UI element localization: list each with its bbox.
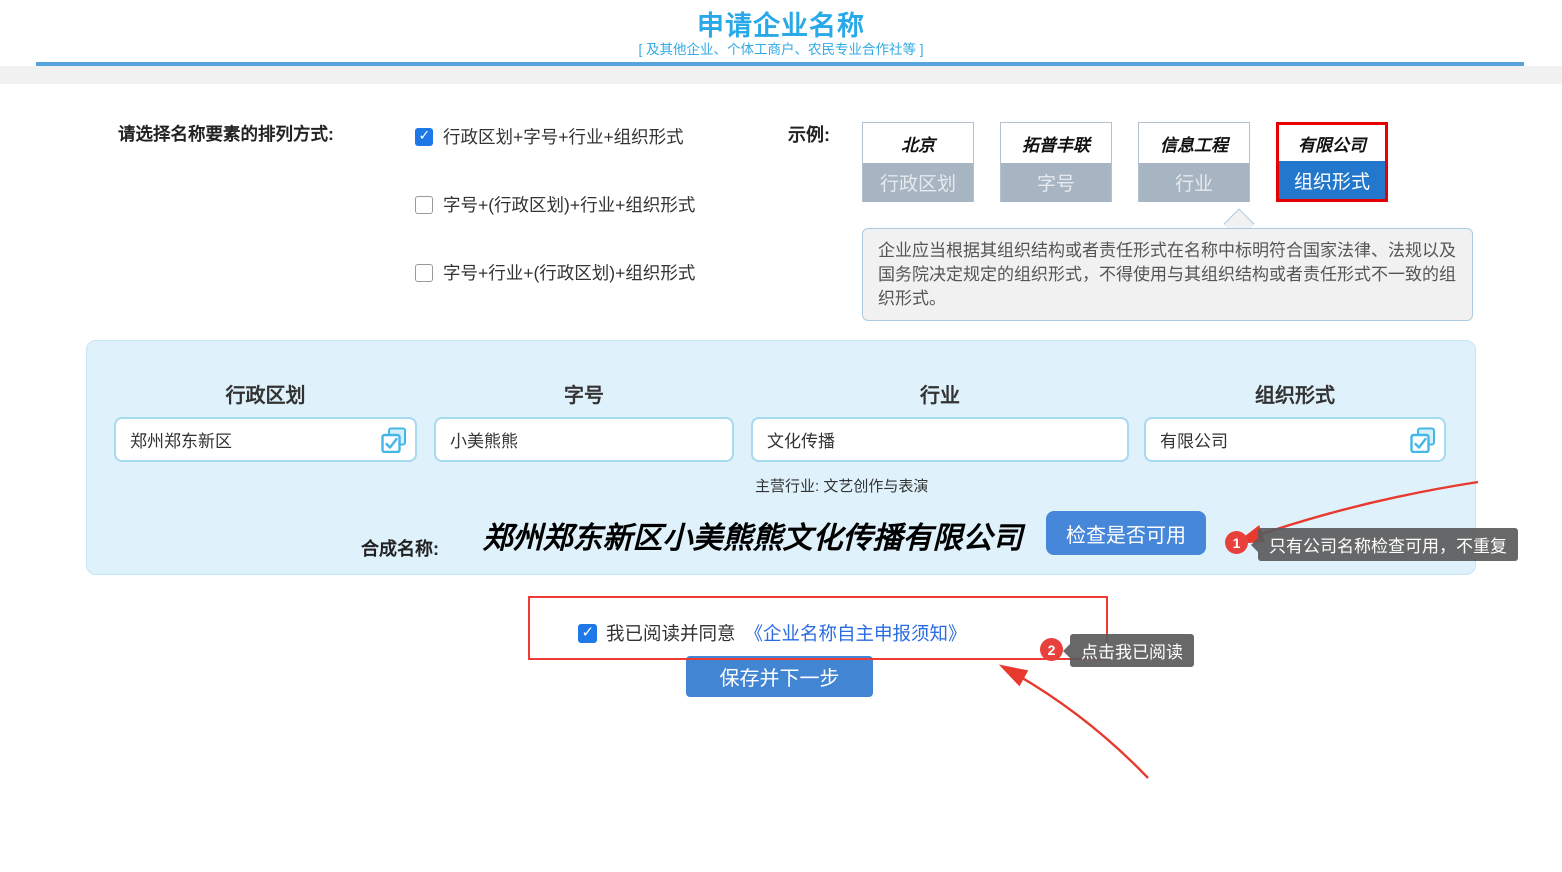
orgform-value: 有限公司	[1160, 427, 1228, 452]
picker-check-icon[interactable]	[381, 427, 407, 453]
region-input[interactable]: 郑州郑东新区	[114, 417, 417, 462]
declaration-notice-link[interactable]: 《企业名称自主申报须知》	[745, 620, 967, 646]
industry-input[interactable]: 文化传播	[751, 417, 1129, 462]
checkbox[interactable]	[415, 128, 433, 146]
example-box-tradename: 拓普丰联 字号	[1000, 122, 1112, 202]
step-tooltip-2: 点击我已阅读	[1070, 634, 1194, 667]
option-label: 行政区划+字号+行业+组织形式	[443, 124, 684, 149]
example-box-industry: 信息工程 行业	[1138, 122, 1250, 202]
main-industry-hint: 主营行业: 文艺创作与表演	[755, 475, 928, 496]
agreement-row: 我已阅读并同意 《企业名称自主申报须知》	[578, 620, 967, 646]
option-label: 字号+行业+(行政区划)+组织形式	[443, 260, 695, 285]
example-category: 行政区划	[863, 163, 973, 202]
example-category: 组织形式	[1279, 161, 1385, 199]
composed-name-value: 郑州郑东新区小美熊熊文化传播有限公司	[465, 513, 1040, 557]
tradename-input[interactable]: 小美熊熊	[434, 417, 734, 462]
step-badge-2: 2	[1040, 638, 1063, 661]
arrangement-label: 请选择名称要素的排列方式:	[118, 121, 334, 146]
arrangement-option-2[interactable]: 字号+(行政区划)+行业+组织形式	[415, 192, 695, 217]
example-category: 字号	[1001, 163, 1111, 202]
save-next-button[interactable]: 保存并下一步	[686, 656, 873, 697]
region-value: 郑州郑东新区	[130, 427, 232, 452]
arrangement-option-3[interactable]: 字号+行业+(行政区划)+组织形式	[415, 260, 695, 285]
example-value: 拓普丰联	[1001, 123, 1111, 163]
example-label: 示例:	[788, 121, 830, 147]
agreement-text: 我已阅读并同意	[606, 620, 736, 646]
check-availability-button[interactable]: 检查是否可用	[1046, 511, 1206, 555]
example-box-region: 北京 行政区划	[862, 122, 974, 202]
column-header-industry: 行业	[751, 379, 1129, 408]
tradename-value: 小美熊熊	[450, 427, 518, 452]
example-value: 有限公司	[1279, 125, 1385, 161]
column-header-tradename: 字号	[434, 379, 734, 408]
checkbox[interactable]	[415, 196, 433, 214]
page-canvas: 申请企业名称 [ 及其他企业、个体工商户、农民专业合作社等 ] 请选择名称要素的…	[0, 0, 1562, 872]
column-header-region: 行政区划	[114, 379, 417, 408]
industry-value: 文化传播	[767, 427, 835, 452]
example-value: 信息工程	[1139, 123, 1249, 163]
column-header-orgform: 组织形式	[1144, 379, 1446, 408]
step-tooltip-1: 只有公司名称检查可用，不重复	[1258, 528, 1518, 561]
composed-name-label: 合成名称:	[361, 535, 439, 561]
header-strip	[0, 66, 1562, 84]
arrangement-option-1[interactable]: 行政区划+字号+行业+组织形式	[415, 124, 684, 149]
picker-check-icon[interactable]	[1410, 427, 1436, 453]
agreement-checkbox[interactable]	[578, 624, 597, 643]
example-box-orgform-highlighted: 有限公司 组织形式	[1276, 122, 1388, 202]
page-subtitle: [ 及其他企业、个体工商户、农民专业合作社等 ]	[0, 38, 1562, 58]
example-value: 北京	[863, 123, 973, 163]
example-category: 行业	[1139, 163, 1249, 202]
example-row: 北京 行政区划 拓普丰联 字号 信息工程 行业 有限公司 组织形式	[862, 122, 1388, 202]
option-label: 字号+(行政区划)+行业+组织形式	[443, 192, 695, 217]
step-badge-1: 1	[1225, 531, 1248, 554]
arrow-to-agreement-box	[1005, 668, 1148, 778]
orgform-input[interactable]: 有限公司	[1144, 417, 1446, 462]
orgform-note: 企业应当根据其组织结构或者责任形式在名称中标明符合国家法律、法规以及国务院决定规…	[862, 228, 1473, 321]
checkbox[interactable]	[415, 264, 433, 282]
